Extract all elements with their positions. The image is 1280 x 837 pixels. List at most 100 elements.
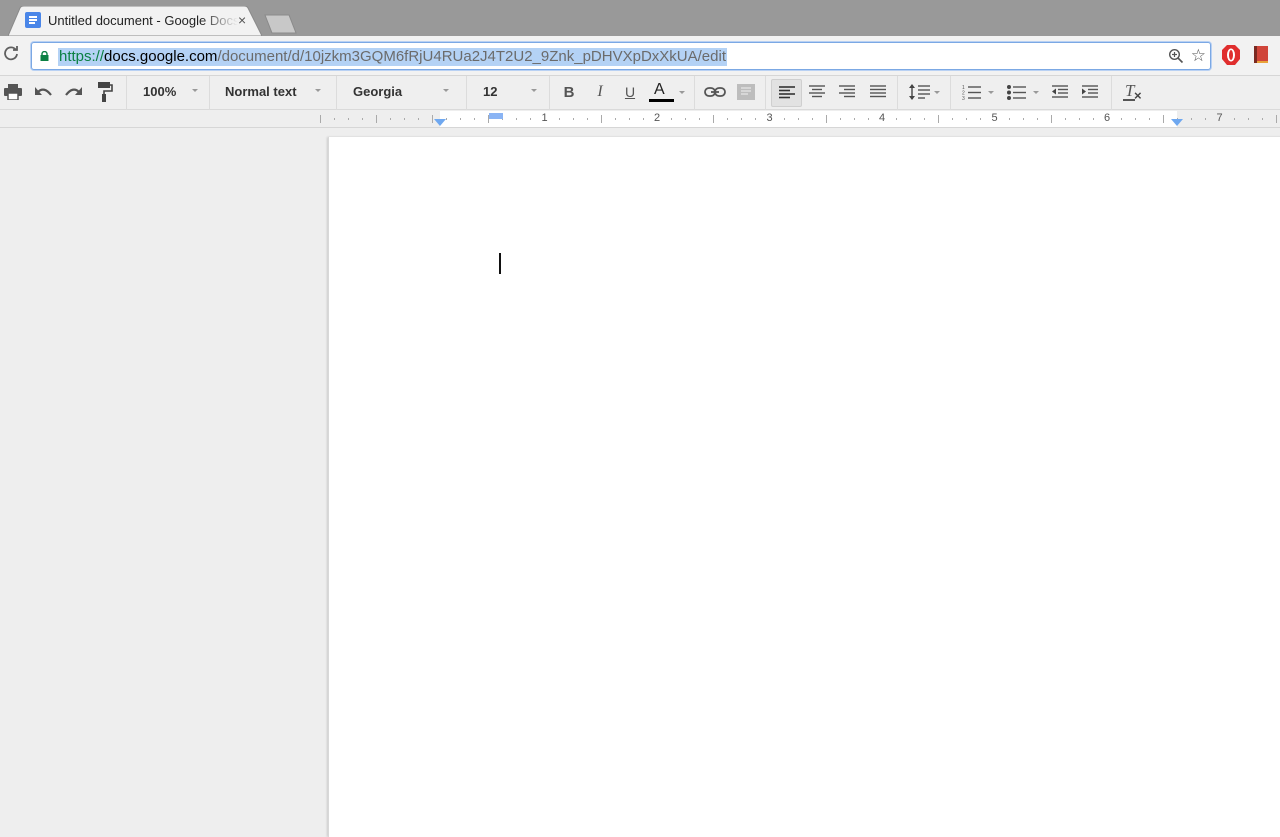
ruler-tick	[558, 118, 560, 120]
ruler-tick	[910, 118, 912, 120]
opera-stop-icon[interactable]	[1222, 45, 1240, 65]
chevron-down-icon	[1033, 90, 1039, 94]
chevron-down-icon	[443, 89, 449, 92]
first-line-indent-marker[interactable]	[489, 113, 503, 119]
tab-strip: Untitled document - Google Docs ×	[0, 0, 1280, 36]
toolbar-separator	[765, 76, 766, 110]
paragraph-style-select[interactable]: Normal text	[217, 79, 331, 105]
ruler-tick	[741, 118, 743, 120]
bulleted-list-button[interactable]	[1003, 79, 1043, 105]
ruler-tick	[685, 118, 687, 120]
ruler-tick	[1078, 118, 1080, 120]
ruler-tick	[446, 118, 448, 120]
align-justify-button[interactable]	[867, 79, 889, 105]
increase-indent-button[interactable]	[1079, 79, 1101, 105]
ruler-tick	[460, 118, 462, 120]
link-icon	[704, 87, 726, 97]
toolbar-separator	[209, 76, 210, 110]
ruler-tick	[825, 115, 827, 123]
paragraph-style-value: Normal text	[225, 84, 297, 99]
ruler-tick	[1275, 115, 1277, 123]
font-select[interactable]: Georgia	[345, 79, 457, 105]
ruler-tick	[628, 118, 630, 120]
underline-button[interactable]: U	[620, 79, 640, 105]
ruler-text-area	[440, 111, 1177, 127]
text-color-swatch	[649, 99, 674, 102]
toolbar-separator	[126, 76, 127, 110]
ruler-tick	[1036, 118, 1038, 120]
align-left-button[interactable]	[771, 79, 802, 107]
tab-close-icon[interactable]: ×	[238, 12, 246, 28]
ruler: 1 2 3 4 5 6 7	[0, 111, 1280, 128]
browser-tab-active[interactable]: Untitled document - Google Docs ×	[8, 6, 262, 36]
toolbar-separator	[897, 76, 898, 110]
ruler-tick	[980, 118, 982, 120]
numbered-list-button[interactable]: 1 2 3	[958, 79, 998, 105]
ruler-tick	[319, 115, 321, 123]
chevron-down-icon	[315, 89, 321, 92]
redo-icon	[65, 87, 82, 96]
chevron-down-icon	[192, 89, 198, 92]
ruler-tick	[333, 118, 335, 120]
document-page[interactable]	[328, 137, 1280, 837]
ruler-number: 1	[541, 112, 548, 124]
ruler-number: 6	[1103, 112, 1111, 124]
line-spacing-icon	[908, 84, 930, 100]
zoom-select[interactable]: 100%	[135, 79, 207, 105]
print-button[interactable]	[3, 79, 23, 105]
line-spacing-button[interactable]	[905, 79, 943, 105]
clear-format-x: ×	[1134, 88, 1142, 103]
reload-icon[interactable]	[3, 45, 21, 63]
ruler-tick	[1233, 118, 1235, 120]
align-right-button[interactable]	[836, 79, 858, 105]
chevron-down-icon	[933, 90, 940, 94]
ruler-tick	[755, 118, 757, 120]
ruler-tick	[1050, 115, 1052, 123]
right-indent-marker[interactable]	[1171, 119, 1183, 126]
left-indent-marker[interactable]	[434, 119, 446, 126]
ruler-tick	[1135, 118, 1137, 120]
bold-button[interactable]: B	[559, 79, 579, 105]
new-tab-button[interactable]	[263, 14, 299, 34]
insert-link-button[interactable]	[703, 79, 727, 105]
undo-button[interactable]	[32, 79, 54, 105]
text-color-button[interactable]: A	[646, 79, 686, 105]
ruler-tick	[1205, 118, 1207, 120]
decrease-indent-button[interactable]	[1049, 79, 1071, 105]
ruler-tick	[896, 118, 898, 120]
ruler-tick	[853, 118, 855, 120]
book-icon[interactable]	[1254, 46, 1268, 63]
ruler-tick	[614, 118, 616, 120]
svg-text:3: 3	[962, 96, 965, 100]
ruler-tick	[797, 118, 799, 120]
ruler-number: 3	[766, 112, 773, 124]
italic-button[interactable]: I	[590, 79, 610, 105]
align-center-button[interactable]	[806, 79, 828, 105]
clear-formatting-button[interactable]: T ×	[1121, 79, 1145, 105]
ruler-tick	[727, 118, 729, 120]
font-size-value: 12	[483, 84, 498, 99]
font-size-select[interactable]: 12	[475, 79, 545, 105]
paint-format-icon	[98, 82, 113, 102]
ruler-tick	[1121, 118, 1123, 120]
ruler-tick	[713, 115, 715, 123]
bulleted-list-icon	[1007, 85, 1026, 100]
ruler-number: 4	[878, 112, 886, 124]
ruler-tick	[671, 118, 673, 120]
increase-indent-icon	[1082, 85, 1098, 98]
url-text[interactable]: https://docs.google.com/document/d/10jzk…	[58, 48, 727, 66]
align-right-icon	[839, 85, 855, 98]
ruler-tick	[1149, 118, 1151, 120]
address-bar[interactable]: https://docs.google.com/document/d/10jzk…	[31, 42, 1211, 70]
insert-comment-button[interactable]	[735, 79, 757, 105]
chevron-down-icon	[988, 90, 994, 94]
redo-button[interactable]	[63, 79, 85, 105]
zoom-icon[interactable]	[1168, 48, 1184, 64]
paint-format-button[interactable]	[95, 79, 115, 105]
ruler-tick	[1008, 118, 1010, 120]
ruler-tick	[1247, 118, 1249, 120]
tab-title: Untitled document - Google Docs	[48, 13, 238, 28]
ruler-tick	[966, 118, 968, 120]
zoom-value: 100%	[143, 84, 177, 99]
bookmark-star-icon[interactable]: ☆	[1191, 46, 1206, 66]
